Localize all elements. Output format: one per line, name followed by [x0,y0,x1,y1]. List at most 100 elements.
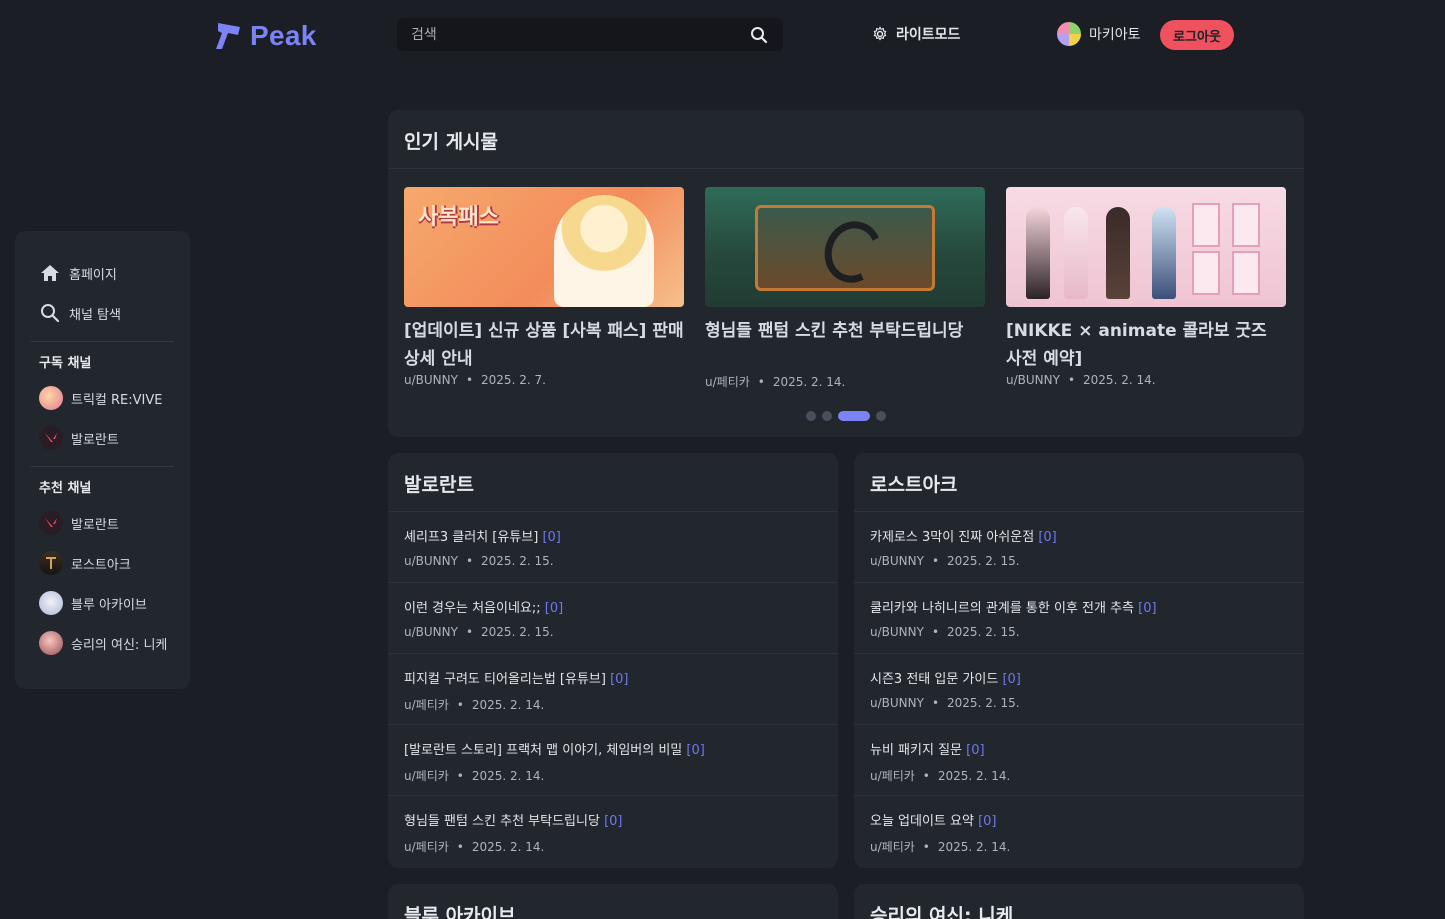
sidebar-item-label: 블루 아카이브 [71,597,147,613]
post-meta: u/페티카 • 2025. 2. 14. [705,373,985,390]
valorant-avatar [39,426,63,450]
logo[interactable]: Peak [214,20,317,52]
channel-title[interactable]: 발로란트 [388,453,838,512]
sidebar-item-nikke[interactable]: 승리의 여신: 니케 [31,623,174,663]
post-author: u/페티카 [705,375,750,389]
post-author: u/페티카 [404,769,449,783]
sidebar-item-valorant-recommended[interactable]: 발로란트 [31,503,174,543]
peak-logo-icon [216,23,240,49]
post-title: 쿨리카와 나히니르의 관계를 통한 이후 전개 추측 [0] [870,597,1288,619]
post-title: 셰리프3 클러치 [유튜브] [0] [404,526,822,548]
figure-image [1152,207,1176,299]
sidebar-item-trickcal[interactable]: 트릭컬 RE:VIVE [31,378,174,418]
list-item[interactable]: 이런 경우는 처음이네요;; [0] u/BUNNY • 2025. 2. 15. [388,583,838,654]
channel-title[interactable]: 블루 아카이브 [388,884,838,919]
pager-dot-active[interactable] [838,411,870,421]
post-meta: u/BUNNY • 2025. 2. 7. [404,373,684,387]
meta-separator: • [465,373,474,387]
list-item[interactable]: [발로란트 스토리] 프랙처 맵 이야기, 체임버의 비밀 [0] u/페티카 •… [388,725,838,796]
meta-separator: • [931,554,940,568]
popular-posts-card: 인기 게시물 사복패스 [업데이트] 신규 상품 [사복 패스] 판매 상세 안… [388,110,1304,437]
post-author: u/BUNNY [870,554,924,568]
post-title: 피지컬 구려도 티어올리는법 [유튜브] [0] [404,668,822,690]
search-icon [751,26,768,43]
sidebar-item-label: 홈페이지 [69,267,117,283]
character-illustration [554,195,654,307]
goods-card-image [1192,251,1220,295]
logout-button[interactable]: 로그아웃 [1160,20,1234,50]
mode-label: 라이트모드 [896,27,961,43]
search-button[interactable] [749,25,769,45]
list-item[interactable]: 피지컬 구려도 티어올리는법 [유튜브] [0] u/페티카 • 2025. 2. … [388,654,838,725]
post-date: 2025. 2. 14. [772,374,846,389]
post-title-text: 뉴비 패키지 질문 [870,743,962,758]
valorant-channel-card: 발로란트 셰리프3 클러치 [유튜브] [0] u/BUNNY • 2025. 2.… [388,453,838,868]
goods-card-image [1232,203,1260,247]
list-item[interactable]: 쿨리카와 나히니르의 관계를 통한 이후 전개 추측 [0] u/BUNNY • 2… [854,583,1304,654]
popular-post-card[interactable]: 형님들 팬텀 스킨 추천 부탁드립니당 u/페티카 • 2025. 2. 14. [705,187,985,390]
post-thumbnail [705,187,985,307]
post-title: [발로란트 스토리] 프랙처 맵 이야기, 체임버의 비밀 [0] [404,739,822,761]
search-input[interactable] [411,26,749,43]
search-bar [397,18,783,51]
meta-separator: • [922,768,930,783]
goods-card-image [1192,203,1220,247]
popular-post-card[interactable]: [NIKKE × animate 콜라보 굿즈 사전 예약] u/BUNNY •… [1006,187,1286,387]
post-title: 이런 경우는 처음이네요;; [0] [404,597,822,619]
light-mode-toggle[interactable]: 라이트모드 [872,24,960,44]
pager-dot[interactable] [806,411,816,421]
meta-separator: • [465,554,474,568]
comment-count: [0] [604,814,623,829]
post-author: u/BUNNY [404,625,458,639]
figure-image [1026,207,1050,299]
post-meta: u/BUNNY • 2025. 2. 15. [870,696,1288,710]
sidebar-item-label: 발로란트 [71,517,119,533]
post-date: 2025. 2. 14. [471,697,545,712]
pager-dot[interactable] [876,411,886,421]
popular-post-card[interactable]: 사복패스 [업데이트] 신규 상품 [사복 패스] 판매 상세 안내 u/BUN… [404,187,684,387]
post-date: 2025. 2. 14. [1083,373,1156,387]
post-meta: u/페티카 • 2025. 2. 14. [870,838,1288,855]
meta-separator: • [922,839,930,854]
figure-image [1064,207,1088,299]
list-item[interactable]: 뉴비 패키지 질문 [0] u/페티카 • 2025. 2. 14. [854,725,1304,796]
sidebar-item-bluearchive[interactable]: 블루 아카이브 [31,583,174,623]
post-title: [업데이트] 신규 상품 [사복 패스] 판매 상세 안내 [404,321,684,369]
list-item[interactable]: 형님들 팬텀 스킨 추천 부탁드립니당 [0] u/페티카 • 2025. 2. 1… [388,796,838,867]
meta-separator: • [456,768,464,783]
meta-separator: • [465,625,474,639]
meta-separator: • [757,374,765,389]
post-author: u/BUNNY [1006,373,1060,387]
subscribed-channels-title: 구독 채널 [39,356,92,371]
post-meta: u/BUNNY • 2025. 2. 15. [404,554,822,568]
home-icon [39,262,61,284]
post-author: u/BUNNY [404,554,458,568]
post-author: u/페티카 [870,840,915,854]
sidebar-item-lostark[interactable]: 로스트아크 [31,543,174,583]
sidebar-item-label: 로스트아크 [71,557,131,573]
nikke-avatar [39,631,63,655]
list-item[interactable]: 시즌3 전태 입문 가이드 [0] u/BUNNY • 2025. 2. 15. [854,654,1304,725]
comment-count: [0] [542,530,561,545]
user-profile[interactable]: 마키아토 [1057,22,1141,46]
post-title: [NIKKE × animate 콜라보 굿즈 사전 예약] [1006,321,1267,369]
sidebar-item-explore[interactable]: 채널 탐색 [31,293,174,333]
channel-title[interactable]: 승리의 여신: 니케 [854,884,1304,919]
list-item[interactable]: 셰리프3 클러치 [유튜브] [0] u/BUNNY • 2025. 2. 15. [388,512,838,583]
sidebar-item-label: 승리의 여신: 니케 [71,637,168,653]
list-item[interactable]: 카제로스 3막이 진짜 아쉬운점 [0] u/BUNNY • 2025. 2. 15… [854,512,1304,583]
lostark-avatar [39,551,63,575]
post-thumbnail: 사복패스 [404,187,684,307]
sidebar-item-home[interactable]: 홈페이지 [31,253,174,293]
post-author: u/페티카 [404,840,449,854]
pager-dot[interactable] [822,411,832,421]
comment-count: [0] [610,672,629,687]
bluearchive-avatar [39,591,63,615]
list-item[interactable]: 오늘 업데이트 요약 [0] u/페티카 • 2025. 2. 14. [854,796,1304,867]
post-meta: u/페티카 • 2025. 2. 14. [404,767,822,784]
channel-title[interactable]: 로스트아크 [854,453,1304,512]
goods-card-image [1232,251,1260,295]
sidebar-item-valorant[interactable]: 발로란트 [31,418,174,458]
post-title: 카제로스 3막이 진짜 아쉬운점 [0] [870,526,1288,548]
search-icon [39,302,61,324]
